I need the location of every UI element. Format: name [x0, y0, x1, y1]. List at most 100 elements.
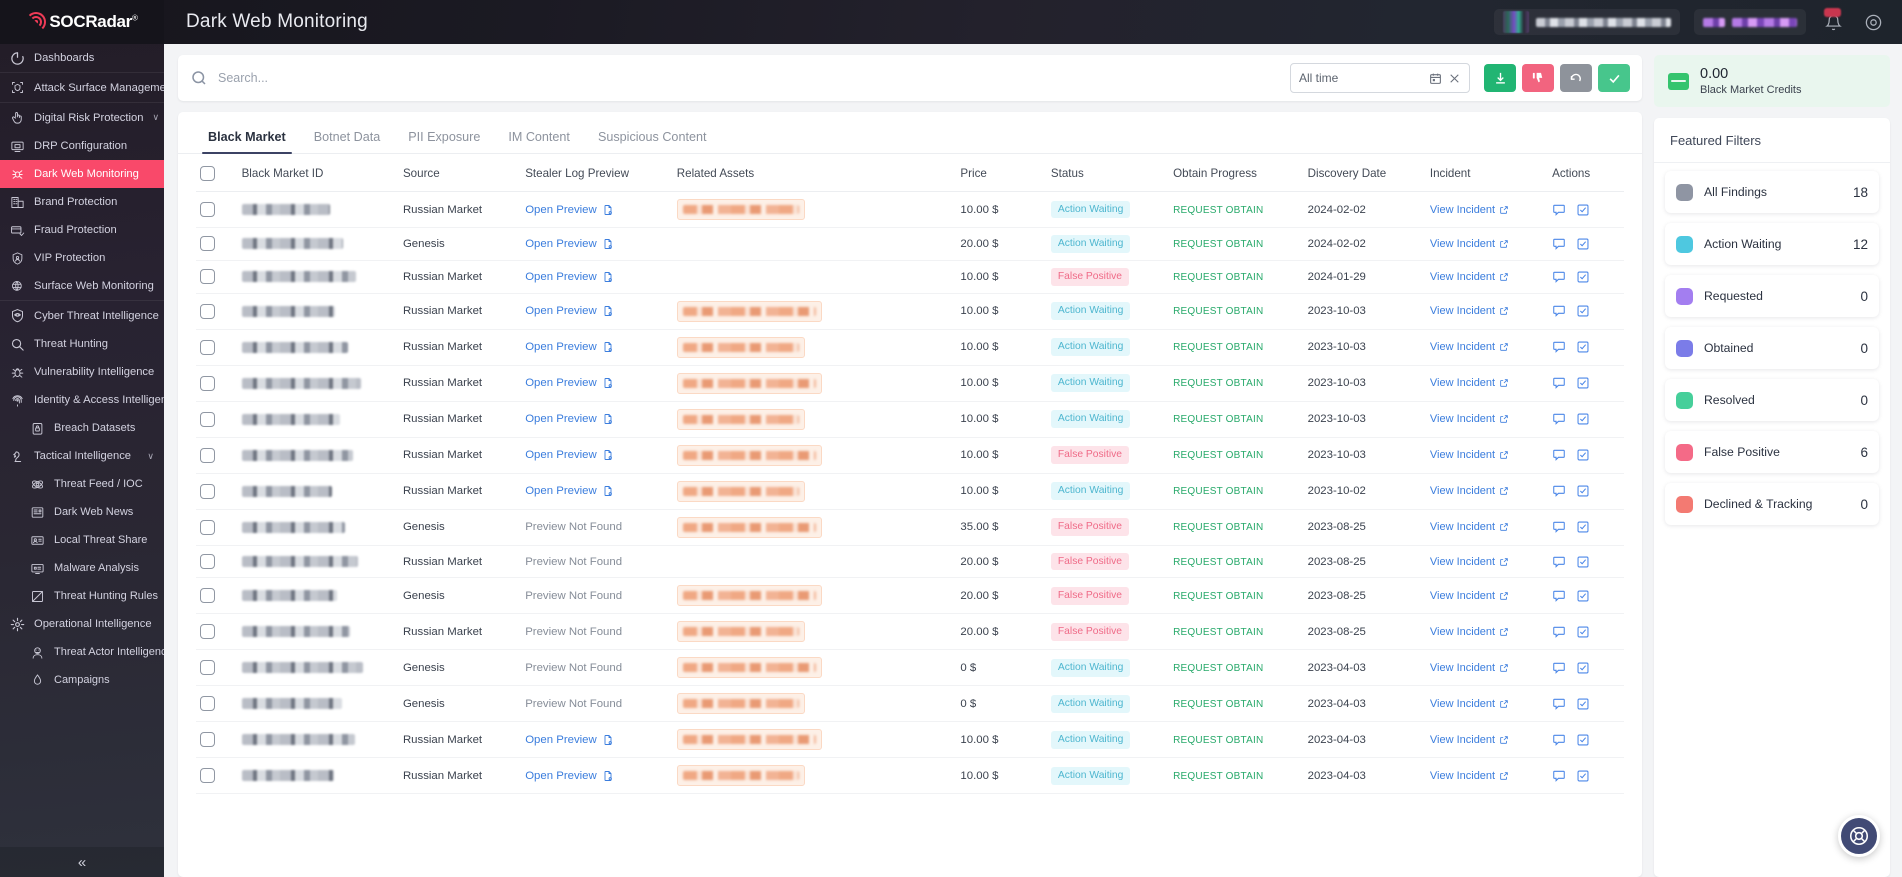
row-checkbox[interactable] [200, 519, 215, 535]
open-preview-link[interactable]: Open Preview [525, 449, 597, 461]
column-header-black-market-id[interactable]: Black Market ID [237, 154, 399, 192]
stealer-log-preview-cell[interactable]: Open Preview [521, 191, 673, 228]
view-incident-link[interactable]: View Incident [1430, 485, 1495, 497]
open-preview-link[interactable]: Open Preview [525, 305, 597, 317]
select-all-checkbox[interactable] [200, 166, 215, 181]
resolve-button[interactable] [1598, 64, 1630, 92]
bell-icon[interactable] [1820, 8, 1846, 35]
obtain-progress-cell[interactable]: REQUEST OBTAIN [1169, 509, 1304, 546]
view-incident-link[interactable]: View Incident [1430, 662, 1495, 674]
incident-cell[interactable]: View Incident [1425, 509, 1549, 546]
obtain-progress-cell[interactable]: REQUEST OBTAIN [1169, 545, 1304, 579]
comment-icon[interactable] [1552, 733, 1566, 747]
table-row[interactable]: Russian Market Open Preview 10.00 $ Action … [196, 293, 1624, 330]
stealer-log-preview-cell[interactable]: Open Preview [521, 473, 673, 510]
comment-icon[interactable] [1552, 520, 1566, 534]
incident-cell[interactable]: View Incident [1425, 757, 1549, 795]
sidebar-item-threat-hunting-rules[interactable]: Threat Hunting Rules [0, 582, 164, 610]
comment-icon[interactable] [1552, 412, 1566, 426]
incident-cell[interactable]: View Incident [1425, 329, 1549, 366]
account-widget[interactable] [1494, 9, 1680, 35]
sidebar-item-surface-web-monitoring[interactable]: Surface Web Monitoring [0, 272, 164, 300]
view-incident-link[interactable]: View Incident [1430, 341, 1495, 353]
document-preview-icon[interactable] [602, 238, 614, 250]
request-obtain-link[interactable]: REQUEST OBTAIN [1173, 306, 1263, 317]
view-incident-link[interactable]: View Incident [1430, 590, 1495, 602]
stealer-log-preview-cell[interactable]: Open Preview [521, 401, 673, 438]
view-incident-link[interactable]: View Incident [1430, 698, 1495, 710]
task-check-icon[interactable] [1576, 769, 1590, 783]
external-link-icon[interactable] [1499, 414, 1509, 424]
request-obtain-link[interactable]: REQUEST OBTAIN [1173, 414, 1263, 425]
stealer-log-preview-cell[interactable]: Open Preview [521, 757, 673, 795]
stealer-log-preview-cell[interactable]: Open Preview [521, 329, 673, 366]
table-row[interactable]: Russian Market Open Preview 10.00 $ Action … [196, 401, 1624, 438]
filter-action-waiting[interactable]: Action Waiting 12 [1665, 223, 1879, 265]
row-checkbox[interactable] [200, 411, 215, 427]
table-row[interactable]: Russian Market Open Preview 10.00 $ Action … [196, 473, 1624, 510]
task-check-icon[interactable] [1576, 625, 1590, 639]
document-preview-icon[interactable] [602, 204, 614, 216]
table-row[interactable]: Russian Market Open Preview 10.00 $ Action … [196, 757, 1624, 795]
sidebar-item-attack-surface-management[interactable]: Attack Surface Management› [0, 72, 164, 102]
tab-im-content[interactable]: IM Content [494, 130, 584, 153]
table-row[interactable]: Genesis Open Preview 20.00 $ Action Waiting… [196, 227, 1624, 261]
document-preview-icon[interactable] [602, 341, 614, 353]
filter-requested[interactable]: Requested 0 [1665, 275, 1879, 317]
external-link-icon[interactable] [1499, 699, 1509, 709]
row-checkbox[interactable] [200, 483, 215, 499]
sidebar-item-dark-web-news[interactable]: Dark Web News [0, 498, 164, 526]
external-link-icon[interactable] [1499, 663, 1509, 673]
table-row[interactable]: Russian Market Open Preview 10.00 $ Action … [196, 721, 1624, 759]
row-checkbox[interactable] [200, 339, 215, 355]
incident-cell[interactable]: View Incident [1425, 721, 1549, 759]
external-link-icon[interactable] [1499, 591, 1509, 601]
row-checkbox[interactable] [200, 202, 215, 217]
sidebar-item-operational-intelligence[interactable]: Operational Intelligence [0, 610, 164, 638]
obtain-progress-cell[interactable]: REQUEST OBTAIN [1169, 365, 1304, 402]
obtain-progress-cell[interactable]: REQUEST OBTAIN [1169, 227, 1304, 261]
tab-botnet-data[interactable]: Botnet Data [300, 130, 395, 153]
external-link-icon[interactable] [1499, 378, 1509, 388]
request-obtain-link[interactable]: REQUEST OBTAIN [1173, 486, 1263, 497]
row-checkbox[interactable] [200, 269, 215, 285]
comment-icon[interactable] [1552, 661, 1566, 675]
comment-icon[interactable] [1552, 555, 1566, 569]
incident-cell[interactable]: View Incident [1425, 401, 1549, 438]
request-obtain-link[interactable]: REQUEST OBTAIN [1173, 450, 1263, 461]
sidebar-item-drp-configuration[interactable]: DRP Configuration [0, 132, 164, 160]
column-header-stealer-log-preview[interactable]: Stealer Log Preview [521, 154, 673, 192]
sidebar-item-cyber-threat-intelligence[interactable]: Cyber Threat Intelligence∨ [0, 300, 164, 330]
task-check-icon[interactable] [1576, 589, 1590, 603]
help-circle-icon[interactable] [1860, 9, 1886, 35]
sidebar-item-malware-analysis[interactable]: Malware Analysis [0, 554, 164, 582]
task-check-icon[interactable] [1576, 376, 1590, 390]
filter-resolved[interactable]: Resolved 0 [1665, 379, 1879, 421]
incident-cell[interactable]: View Incident [1425, 649, 1549, 687]
task-check-icon[interactable] [1576, 304, 1590, 318]
sidebar-collapse-button[interactable]: « [0, 847, 164, 877]
external-link-icon[interactable] [1499, 486, 1509, 496]
request-obtain-link[interactable]: REQUEST OBTAIN [1173, 557, 1263, 568]
table-row[interactable]: Russian Market Open Preview 10.00 $ Action … [196, 329, 1624, 366]
column-header-status[interactable]: Status [1046, 154, 1170, 192]
table-row[interactable]: Genesis Preview Not Found 20.00 $ False Pos… [196, 577, 1624, 615]
request-obtain-link[interactable]: REQUEST OBTAIN [1173, 272, 1263, 283]
obtain-progress-cell[interactable]: REQUEST OBTAIN [1169, 473, 1304, 510]
external-link-icon[interactable] [1499, 627, 1509, 637]
task-check-icon[interactable] [1576, 733, 1590, 747]
export-button[interactable] [1484, 64, 1516, 92]
request-obtain-link[interactable]: REQUEST OBTAIN [1173, 735, 1263, 746]
incident-cell[interactable]: View Incident [1425, 473, 1549, 510]
task-check-icon[interactable] [1576, 484, 1590, 498]
request-obtain-link[interactable]: REQUEST OBTAIN [1173, 627, 1263, 638]
incident-cell[interactable]: View Incident [1425, 365, 1549, 402]
external-link-icon[interactable] [1499, 239, 1509, 249]
task-check-icon[interactable] [1576, 340, 1590, 354]
document-preview-icon[interactable] [602, 271, 614, 283]
table-row[interactable]: Genesis Preview Not Found 0 $ Action Waitin… [196, 649, 1624, 687]
obtain-progress-cell[interactable]: REQUEST OBTAIN [1169, 685, 1304, 723]
view-incident-link[interactable]: View Incident [1430, 556, 1495, 568]
row-checkbox[interactable] [200, 660, 215, 676]
request-obtain-link[interactable]: REQUEST OBTAIN [1173, 342, 1263, 353]
